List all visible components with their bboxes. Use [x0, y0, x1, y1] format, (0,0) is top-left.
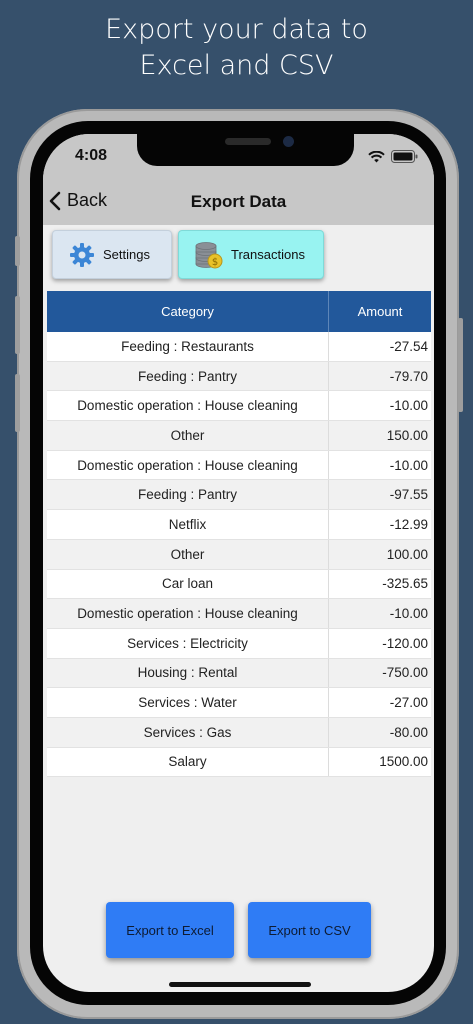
cell-amount: -10.00 — [389, 606, 428, 622]
cell-amount: 1500.00 — [379, 754, 428, 770]
cell-category: Services : Electricity — [47, 628, 329, 658]
gear-icon — [69, 242, 95, 268]
table-row[interactable]: Other 100.00 — [47, 539, 431, 570]
cell-category: Housing : Rental — [47, 658, 329, 688]
table-body: Feeding : Restaurants -27.54 Feeding : Pan… — [47, 332, 431, 778]
cell-amount: -325.65 — [382, 576, 428, 592]
cell-amount: -750.00 — [382, 665, 428, 681]
front-camera — [283, 136, 294, 147]
cell-category: Feeding : Restaurants — [47, 332, 329, 361]
export-csv-button[interactable]: Export to CSV — [248, 902, 371, 958]
page-title: Export Data — [190, 192, 287, 211]
cell-category: Other — [47, 539, 329, 569]
tab-transactions[interactable]: $ Transactions — [178, 230, 324, 279]
table-row[interactable]: Feeding : Pantry -79.70 — [47, 361, 431, 392]
promo-headline-line2: Excel and CSV — [139, 50, 334, 81]
transactions-table: Category Amount Feeding : Restaurants -27… — [47, 291, 431, 778]
promo-headline: Export your data to Excel and CSV — [0, 12, 473, 84]
column-header-amount: Amount — [357, 304, 403, 319]
cell-amount: 150.00 — [386, 427, 428, 443]
cell-category: Domestic operation : House cleaning — [47, 391, 329, 421]
cell-amount: -27.00 — [389, 695, 428, 711]
table-row[interactable]: Domestic operation : House cleaning -10.0… — [47, 599, 431, 629]
cell-amount: -80.00 — [389, 724, 428, 740]
cell-amount: 100.00 — [386, 546, 428, 562]
cell-category: Services : Gas — [47, 717, 329, 747]
tab-settings-label: Settings — [103, 247, 150, 262]
cell-category: Services : Water — [47, 688, 329, 717]
cell-amount: -120.00 — [382, 635, 428, 651]
wifi-icon — [368, 150, 385, 162]
coins-icon: $ — [195, 241, 223, 269]
cell-amount: -12.99 — [389, 516, 428, 532]
cell-category: Salary — [47, 747, 329, 777]
home-indicator — [169, 982, 311, 987]
cell-category: Domestic operation : House cleaning — [47, 599, 329, 628]
column-header-category: Category — [47, 291, 329, 332]
cell-amount: -10.00 — [389, 398, 428, 414]
phone-volume-down — [15, 374, 20, 432]
table-row[interactable]: Services : Water -27.00 — [47, 688, 431, 718]
table-row[interactable]: Netflix -12.99 — [47, 510, 431, 540]
tab-settings[interactable]: Settings — [52, 230, 172, 279]
cell-amount: -10.00 — [389, 457, 428, 473]
table-row[interactable]: Car loan -325.65 — [47, 569, 431, 600]
cell-category: Feeding : Pantry — [47, 361, 329, 391]
table-header: Category Amount — [47, 291, 431, 332]
cell-category: Netflix — [47, 510, 329, 539]
table-row[interactable]: Feeding : Restaurants -27.54 — [47, 332, 431, 362]
phone-power-button — [458, 318, 463, 412]
cell-category: Other — [47, 421, 329, 450]
battery-icon — [391, 150, 418, 163]
phone-volume-up — [15, 296, 20, 354]
table-row[interactable]: Domestic operation : House cleaning -10.0… — [47, 450, 431, 481]
cell-category: Feeding : Pantry — [47, 480, 329, 510]
phone-silent-switch — [15, 236, 20, 266]
cell-amount: -79.70 — [389, 368, 428, 384]
status-time: 4:08 — [75, 147, 108, 164]
export-excel-button[interactable]: Export to Excel — [106, 902, 234, 958]
table-row[interactable]: Services : Electricity -120.00 — [47, 628, 431, 659]
tab-transactions-label: Transactions — [231, 247, 305, 262]
cell-amount: -27.54 — [389, 338, 428, 354]
table-row[interactable]: Salary 1500.00 — [47, 747, 431, 778]
table-row[interactable]: Domestic operation : House cleaning -10.0… — [47, 391, 431, 422]
table-row[interactable]: Housing : Rental -750.00 — [47, 658, 431, 689]
phone-speaker — [225, 138, 271, 145]
promo-headline-line1: Export your data to — [105, 14, 368, 45]
svg-text:$: $ — [212, 257, 218, 268]
cell-amount: -97.55 — [389, 487, 428, 503]
cell-category: Domestic operation : House cleaning — [47, 450, 329, 480]
table-row[interactable]: Other 150.00 — [47, 421, 431, 451]
cell-category: Car loan — [47, 569, 329, 599]
table-row[interactable]: Services : Gas -80.00 — [47, 717, 431, 748]
app-screen: 4:08 Back Export Data Settings $ Transac… — [43, 134, 434, 992]
table-row[interactable]: Feeding : Pantry -97.55 — [47, 480, 431, 511]
phone-notch — [137, 134, 354, 166]
status-icons — [368, 150, 418, 163]
